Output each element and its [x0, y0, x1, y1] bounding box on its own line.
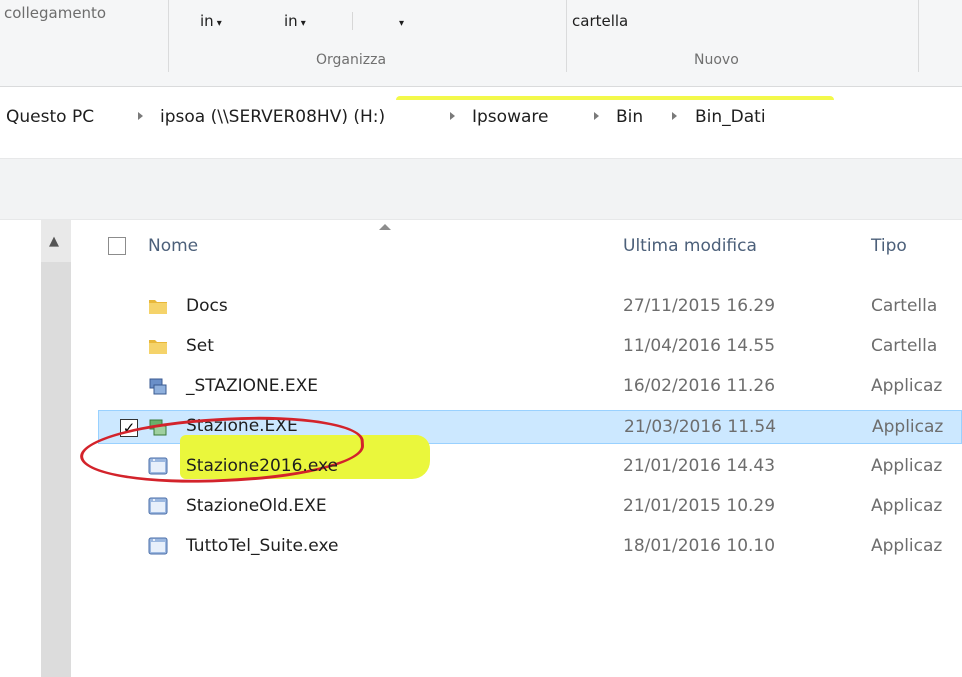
- ribbon-group-organizza: Organizza: [316, 52, 387, 68]
- file-row-tuttotel[interactable]: TuttoTel_Suite.exe 18/01/2016 10.10 Appl…: [98, 530, 962, 564]
- file-type: Applicaz: [871, 376, 943, 396]
- file-row-stazione2016[interactable]: Stazione2016.exe 21/01/2016 14.43 Applic…: [98, 450, 962, 484]
- breadcrumb-item-ipsoware[interactable]: Ipsoware: [472, 107, 548, 127]
- file-modified: 16/02/2016 11.26: [623, 376, 776, 396]
- column-header-type[interactable]: Tipo: [871, 236, 907, 256]
- breadcrumb-arrow-icon[interactable]: [138, 112, 143, 120]
- file-type: Cartella: [871, 336, 938, 356]
- file-type: Cartella: [871, 296, 938, 316]
- file-row-docs[interactable]: Docs 27/11/2015 16.29 Cartella: [98, 290, 962, 324]
- file-name: TuttoTel_Suite.exe: [186, 536, 339, 556]
- ribbon-dropdown-2[interactable]: in ▾: [284, 12, 306, 30]
- file-modified: 21/03/2016 11.54: [624, 417, 777, 437]
- folder-icon: [149, 300, 167, 314]
- file-modified: 27/11/2015 16.29: [623, 296, 776, 316]
- file-type: Applicaz: [871, 496, 943, 516]
- ribbon-group-nuovo: Nuovo: [694, 52, 739, 68]
- app-window-icon: [148, 497, 168, 515]
- ribbon: collegamento in ▾ in ▾ ▾ Organizza cartell…: [0, 0, 962, 87]
- ribbon-dropdown-1[interactable]: in ▾: [200, 12, 222, 30]
- breadcrumb-arrow-icon[interactable]: [450, 112, 455, 120]
- ribbon-separator: [566, 0, 567, 72]
- file-type: Applicaz: [872, 417, 944, 437]
- app-monitor-icon: [149, 378, 167, 395]
- file-row-set[interactable]: Set 11/04/2016 14.55 Cartella: [98, 330, 962, 364]
- toolbar-strip: [0, 158, 962, 220]
- sort-ascending-icon: [379, 224, 391, 230]
- breadcrumb-item-bin[interactable]: Bin: [616, 107, 643, 127]
- ribbon-small-separator: [352, 12, 353, 30]
- file-modified: 21/01/2016 14.43: [623, 456, 776, 476]
- file-modified: 11/04/2016 14.55: [623, 336, 776, 356]
- ribbon-collegamento-label[interactable]: collegamento: [4, 4, 106, 22]
- column-header-row: [98, 220, 962, 272]
- ribbon-nuova-cartella[interactable]: cartella: [572, 12, 628, 30]
- file-name: Docs: [186, 296, 228, 316]
- column-header-modified[interactable]: Ultima modifica: [623, 236, 757, 256]
- file-row-stazioneold[interactable]: StazioneOld.EXE 21/01/2015 10.29 Applica…: [98, 490, 962, 524]
- scroll-up-icon[interactable]: ▲: [49, 234, 59, 249]
- select-all-checkbox[interactable]: [108, 237, 126, 255]
- file-modified: 18/01/2016 10.10: [623, 536, 776, 556]
- column-header-name[interactable]: Nome: [148, 236, 198, 256]
- breadcrumb-arrow-icon[interactable]: [594, 112, 599, 120]
- breadcrumb-item-questo-pc[interactable]: Questo PC: [6, 107, 94, 127]
- app-window-icon: [148, 457, 168, 475]
- breadcrumb-item-drive[interactable]: ipsoa (\\SERVER08HV) (H:): [160, 107, 385, 127]
- breadcrumb: Questo PC ipsoa (\\SERVER08HV) (H:) Ipso…: [0, 100, 962, 138]
- file-name: Set: [186, 336, 214, 356]
- file-name: Stazione2016.exe: [186, 456, 338, 476]
- file-type: Applicaz: [871, 456, 943, 476]
- ribbon-separator: [168, 0, 169, 72]
- breadcrumb-arrow-icon[interactable]: [672, 112, 677, 120]
- breadcrumb-item-bin-dati[interactable]: Bin_Dati: [695, 107, 766, 127]
- file-name: _STAZIONE.EXE: [186, 376, 319, 396]
- ribbon-separator: [918, 0, 919, 72]
- file-row-stazione-underscore[interactable]: _STAZIONE.EXE 16/02/2016 11.26 Applicaz: [98, 370, 962, 404]
- ribbon-dropdown-3[interactable]: ▾: [396, 12, 404, 30]
- file-type: Applicaz: [871, 536, 943, 556]
- app-window-icon: [148, 537, 168, 555]
- file-modified: 21/01/2015 10.29: [623, 496, 776, 516]
- folder-icon: [149, 340, 167, 354]
- nav-pane-scroll-thumb[interactable]: [41, 262, 71, 677]
- file-name: StazioneOld.EXE: [186, 496, 327, 516]
